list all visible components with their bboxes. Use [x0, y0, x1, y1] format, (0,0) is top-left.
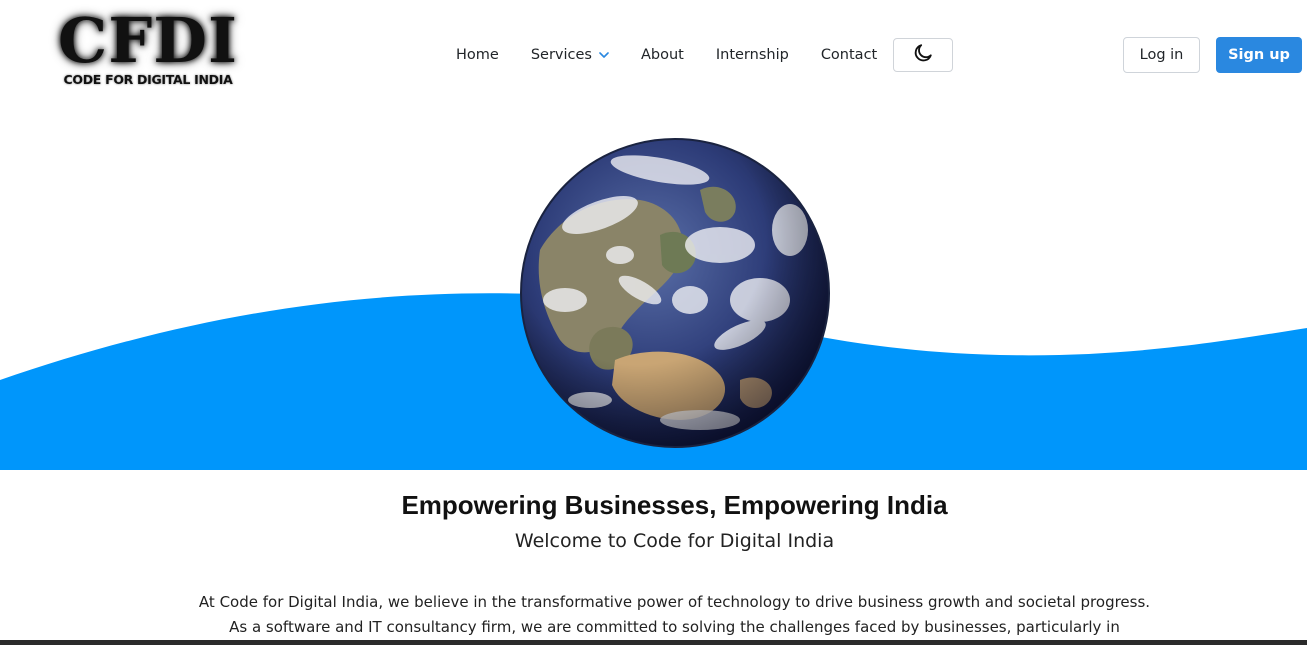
- page-subheadline: Welcome to Code for Digital India: [514, 530, 835, 552]
- page-headline: Empowering Businesses, Empowering India: [401, 490, 948, 520]
- theme-toggle-button[interactable]: [893, 38, 954, 72]
- nav-contact-label: Contact: [820, 47, 878, 63]
- nav-home-label: Home: [456, 47, 499, 63]
- moon-icon: [912, 42, 934, 68]
- intro-paragraph-line-2: As a software and IT consultancy firm, w…: [229, 618, 1120, 636]
- nav-services[interactable]: Services: [515, 47, 625, 63]
- nav-home[interactable]: Home: [440, 47, 515, 63]
- main-nav: Home Services About Internship Contact: [440, 37, 954, 73]
- intro-paragraph: At Code for Digital India, we believe in…: [0, 590, 1307, 640]
- nav-internship[interactable]: Internship: [700, 47, 805, 63]
- login-button[interactable]: Log in: [1123, 37, 1200, 73]
- nav-contact[interactable]: Contact: [805, 47, 893, 63]
- nav-internship-label: Internship: [715, 47, 789, 63]
- brand-logo[interactable]: CFDI CODE FOR DIGITAL INDIA: [50, 4, 246, 92]
- nav-about[interactable]: About: [625, 47, 700, 63]
- intro-paragraph-line-1: At Code for Digital India, we believe in…: [198, 593, 1151, 611]
- earth-globe: [521, 139, 829, 447]
- chevron-down-icon: [599, 51, 609, 59]
- bottom-taskbar-edge: [0, 640, 1307, 645]
- nav-about-label: About: [640, 47, 684, 63]
- page: CFDI CODE FOR DIGITAL INDIA Home Service…: [0, 0, 1307, 645]
- signup-button[interactable]: Sign up: [1216, 37, 1302, 73]
- logo-sub-text: CODE FOR DIGITAL INDIA: [63, 72, 233, 87]
- logo-main-text: CFDI: [57, 4, 239, 77]
- nav-services-label: Services: [530, 47, 592, 63]
